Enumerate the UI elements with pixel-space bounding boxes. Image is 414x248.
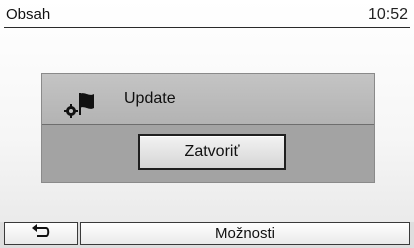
dialog-message: Update bbox=[124, 90, 176, 107]
header-divider bbox=[4, 27, 410, 28]
back-button[interactable] bbox=[4, 222, 78, 245]
screen: Obsah 10:52 Update Zatvoriť Možnosti bbox=[0, 0, 414, 248]
back-arrow-icon bbox=[31, 224, 51, 243]
page-title: Obsah bbox=[6, 6, 51, 23]
dialog-message-area: Update bbox=[42, 74, 374, 125]
footer-bar: Možnosti bbox=[0, 222, 414, 248]
clock: 10:52 bbox=[367, 6, 408, 23]
options-button[interactable]: Možnosti bbox=[80, 222, 410, 245]
update-dialog: Update Zatvoriť bbox=[42, 74, 374, 182]
close-button[interactable]: Zatvoriť bbox=[138, 134, 286, 170]
header-bar: Obsah 10:52 bbox=[0, 0, 414, 28]
flag-with-gear-icon bbox=[62, 86, 102, 120]
